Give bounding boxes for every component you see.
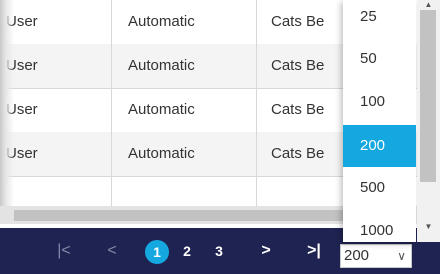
cell-user: User <box>0 132 112 176</box>
cell-user: User <box>0 44 112 88</box>
cell-category: Cats Be <box>271 145 325 162</box>
page-size-option-500[interactable]: 500 <box>343 167 416 209</box>
next-page-button[interactable]: > <box>256 228 276 274</box>
page-size-dropdown: 25 50 100 200 500 1000 <box>343 0 416 242</box>
chevron-down-icon: ∨ <box>397 249 406 263</box>
cell-mode: Automatic <box>112 0 257 44</box>
page-size-option-1000[interactable]: 1000 <box>343 210 416 242</box>
page-1-button[interactable]: 1 <box>145 240 169 264</box>
scroll-down-arrow-icon[interactable]: ▼ <box>417 222 440 231</box>
page-size-option-50[interactable]: 50 <box>343 38 416 80</box>
cell-mode: Automatic <box>112 88 257 132</box>
prev-page-button[interactable]: < <box>102 228 122 274</box>
page-size-option-100[interactable]: 100 <box>343 81 416 123</box>
cell-user: User <box>0 0 112 44</box>
cell-user <box>0 176 112 206</box>
cell-category: Cats Be <box>271 13 325 30</box>
horizontal-scrollbar-thumb[interactable] <box>14 210 344 221</box>
page-size-option-25[interactable]: 25 <box>343 0 416 38</box>
page-size-value: 200 <box>344 247 370 264</box>
dropdown-vertical-scrollbar[interactable]: ▲ ▼ <box>417 0 440 242</box>
last-page-button[interactable]: >| <box>302 228 326 274</box>
cell-category: Cats Be <box>271 101 325 118</box>
cell-mode <box>112 176 257 206</box>
left-scroll-shadow <box>0 0 14 224</box>
page-3-button[interactable]: 3 <box>210 228 228 274</box>
scroll-up-arrow-icon[interactable]: ▲ <box>417 0 440 9</box>
first-page-button[interactable]: |< <box>52 228 76 274</box>
page-2-button[interactable]: 2 <box>178 228 196 274</box>
cell-mode: Automatic <box>112 44 257 88</box>
dropdown-scrollbar-thumb[interactable] <box>420 10 436 182</box>
cell-mode: Automatic <box>112 132 257 176</box>
page-size-option-200[interactable]: 200 <box>343 125 416 167</box>
cell-category: Cats Be <box>271 57 325 74</box>
cell-user: User <box>0 88 112 132</box>
page-size-select[interactable]: 200 ∨ <box>340 244 412 268</box>
